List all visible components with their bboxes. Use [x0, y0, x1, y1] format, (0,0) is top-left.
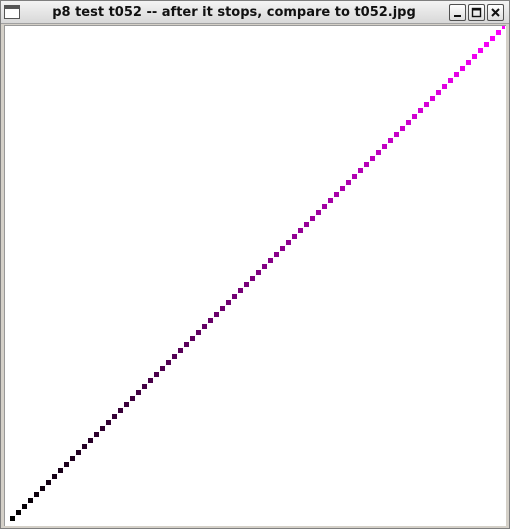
diagonal-dot — [154, 372, 159, 377]
diagonal-dot — [172, 354, 177, 359]
diagonal-dot — [502, 26, 505, 29]
diagonal-dot — [40, 486, 45, 491]
diagonal-dot — [52, 474, 57, 479]
diagonal-dot — [340, 186, 345, 191]
diagonal-dot — [94, 432, 99, 437]
diagonal-dot — [142, 384, 147, 389]
diagonal-dot — [118, 408, 123, 413]
diagonal-dot — [472, 54, 477, 59]
diagonal-dot — [286, 240, 291, 245]
diagonal-dot — [184, 342, 189, 347]
maximize-button[interactable] — [468, 4, 485, 21]
sketch-canvas — [4, 25, 506, 526]
diagonal-dot — [250, 276, 255, 281]
diagonal-dot — [304, 222, 309, 227]
diagonal-dot — [352, 174, 357, 179]
diagonal-dot — [484, 42, 489, 47]
diagonal-dot — [58, 468, 63, 473]
diagonal-dot — [424, 102, 429, 107]
diagonal-dot — [268, 258, 273, 263]
diagonal-dot — [490, 36, 495, 41]
diagonal-dot — [460, 66, 465, 71]
diagonal-dot — [190, 336, 195, 341]
app-window: p8 test t052 -- after it stops, compare … — [0, 0, 510, 529]
diagonal-dot — [400, 126, 405, 131]
diagonal-dot — [136, 390, 141, 395]
diagonal-dot — [412, 114, 417, 119]
diagonal-dot — [388, 138, 393, 143]
window-title: p8 test t052 -- after it stops, compare … — [52, 5, 416, 20]
diagonal-dot — [280, 246, 285, 251]
diagonal-dot — [292, 234, 297, 239]
window-menu-icon[interactable] — [4, 5, 20, 19]
diagonal-gradient-line — [10, 26, 505, 521]
diagonal-dot — [16, 510, 21, 515]
diagonal-dot — [262, 264, 267, 269]
diagonal-dot — [418, 108, 423, 113]
diagonal-dot — [232, 294, 237, 299]
diagonal-dot — [34, 492, 39, 497]
diagonal-dot — [478, 48, 483, 53]
diagonal-dot — [406, 120, 411, 125]
diagonal-dot — [496, 30, 501, 35]
diagonal-dot — [274, 252, 279, 257]
minimize-icon — [454, 15, 461, 17]
diagonal-dot — [346, 180, 351, 185]
diagonal-dot — [70, 456, 75, 461]
diagonal-dot — [466, 60, 471, 65]
close-button[interactable] — [487, 4, 504, 21]
diagonal-dot — [82, 444, 87, 449]
diagonal-dot — [202, 324, 207, 329]
diagonal-dot — [46, 480, 51, 485]
diagonal-dot — [130, 396, 135, 401]
diagonal-dot — [160, 366, 165, 371]
diagonal-dot — [148, 378, 153, 383]
diagonal-dot — [358, 168, 363, 173]
diagonal-dot — [310, 216, 315, 221]
diagonal-dot — [88, 438, 93, 443]
diagonal-dot — [238, 288, 243, 293]
diagonal-dot — [364, 162, 369, 167]
diagonal-dot — [322, 204, 327, 209]
title-bar[interactable]: p8 test t052 -- after it stops, compare … — [1, 1, 509, 24]
diagonal-dot — [430, 96, 435, 101]
diagonal-dot — [436, 90, 441, 95]
diagonal-dot — [220, 306, 225, 311]
diagonal-dot — [298, 228, 303, 233]
minimize-button[interactable] — [449, 4, 466, 21]
diagonal-dot — [442, 84, 447, 89]
diagonal-dot — [28, 498, 33, 503]
diagonal-dot — [100, 426, 105, 431]
maximize-icon — [471, 7, 482, 18]
diagonal-dot — [124, 402, 129, 407]
diagonal-dot — [214, 312, 219, 317]
diagonal-dot — [166, 360, 171, 365]
diagonal-dot — [226, 300, 231, 305]
diagonal-dot — [382, 144, 387, 149]
diagonal-dot — [244, 282, 249, 287]
diagonal-dot — [448, 78, 453, 83]
diagonal-dot — [208, 318, 213, 323]
diagonal-dot — [112, 414, 117, 419]
diagonal-dot — [10, 516, 15, 521]
diagonal-dot — [316, 210, 321, 215]
diagonal-dot — [178, 348, 183, 353]
diagonal-dot — [106, 420, 111, 425]
diagonal-dot — [328, 198, 333, 203]
diagonal-dot — [196, 330, 201, 335]
diagonal-dot — [370, 156, 375, 161]
diagonal-dot — [376, 150, 381, 155]
diagonal-dot — [454, 72, 459, 77]
diagonal-dot — [334, 192, 339, 197]
diagonal-dot — [76, 450, 81, 455]
diagonal-dot — [256, 270, 261, 275]
diagonal-dot — [22, 504, 27, 509]
close-icon — [491, 8, 500, 17]
diagonal-dot — [394, 132, 399, 137]
diagonal-dot — [64, 462, 69, 467]
